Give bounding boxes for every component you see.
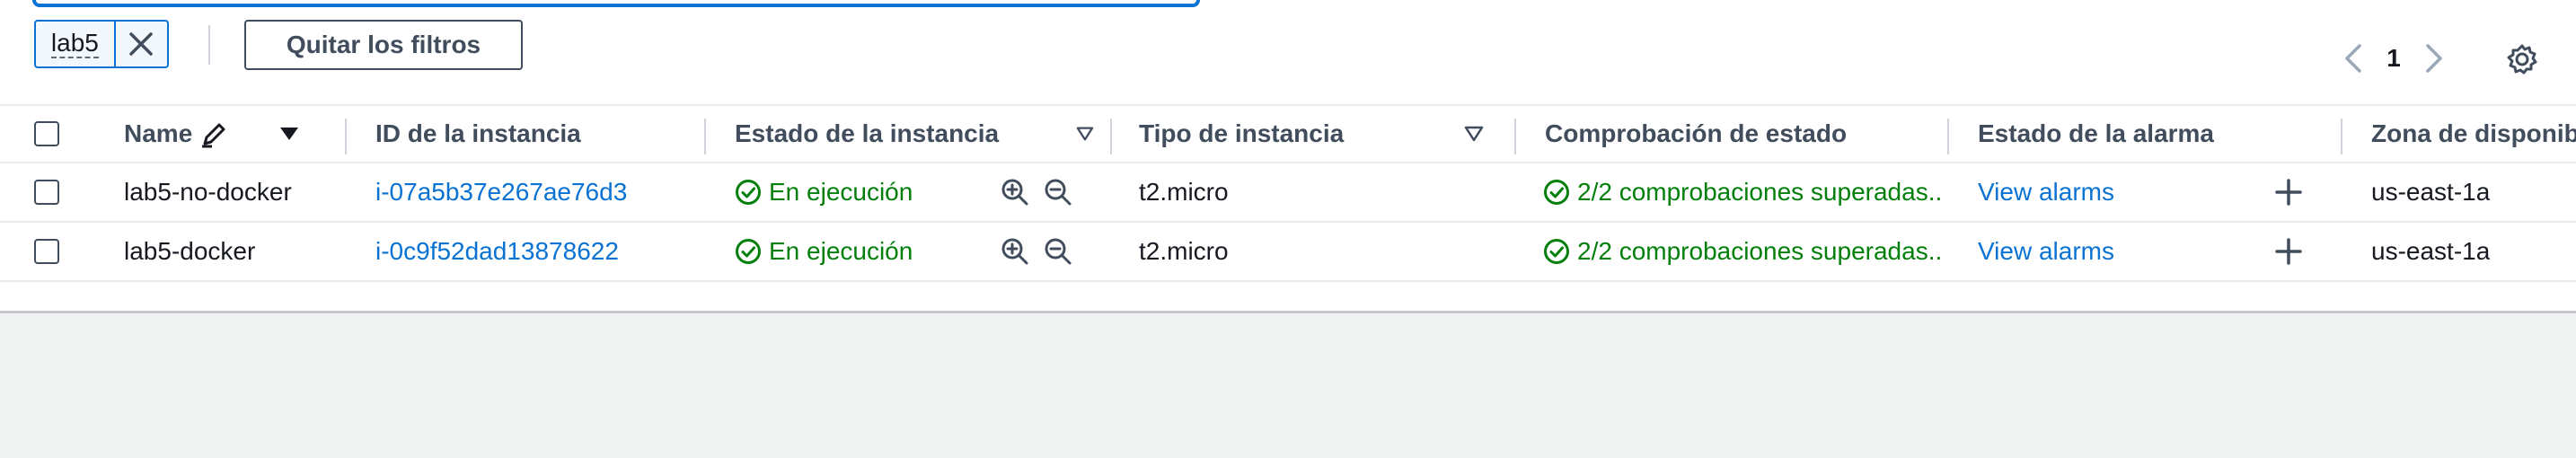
status-check: 2/2 comprobaciones superadas.. bbox=[1543, 163, 1949, 221]
column-header-instance-id[interactable]: ID de la instancia bbox=[375, 106, 581, 162]
instance-type: t2.micro bbox=[1139, 178, 1229, 206]
status-check-label: 2/2 comprobaciones superadas.. bbox=[1577, 237, 1943, 265]
table-header-row: Name ID de la instancia Estado de la ins… bbox=[0, 104, 2576, 163]
check-circle-icon bbox=[736, 180, 761, 205]
column-header-availability-zone[interactable]: Zona de disponib bbox=[2371, 106, 2576, 162]
column-divider[interactable] bbox=[1110, 119, 1112, 154]
close-icon bbox=[129, 32, 154, 56]
edit-pencil-icon bbox=[202, 123, 225, 148]
zoom-out-icon bbox=[1045, 179, 1072, 206]
filter-token-label-wrap: lab5 bbox=[36, 22, 116, 66]
column-header-instance-type[interactable]: Tipo de instancia bbox=[1139, 106, 1498, 162]
state-actions bbox=[999, 163, 1085, 221]
status-check-label: 2/2 comprobaciones superadas.. bbox=[1577, 178, 1943, 206]
instance-state-label: En ejecución bbox=[769, 237, 913, 265]
zoom-out-button[interactable] bbox=[1042, 235, 1074, 268]
column-header-name[interactable]: Name bbox=[124, 106, 340, 162]
empty-panel-area bbox=[0, 311, 2576, 458]
filter-funnel-icon[interactable] bbox=[1464, 126, 1484, 142]
add-alarm-button[interactable] bbox=[2274, 223, 2303, 280]
column-divider[interactable] bbox=[1514, 119, 1516, 154]
select-all-checkbox[interactable] bbox=[34, 121, 59, 146]
table-row[interactable]: lab5-docker i-0c9f52dad13878622 En ejecu… bbox=[0, 223, 2576, 282]
zoom-in-button[interactable] bbox=[999, 235, 1031, 268]
instance-state: En ejecución bbox=[735, 223, 913, 280]
row-checkbox[interactable] bbox=[34, 239, 59, 264]
status-check: 2/2 comprobaciones superadas.. bbox=[1543, 223, 1949, 280]
instance-id-link[interactable]: i-0c9f52dad13878622 bbox=[375, 223, 619, 280]
column-header-instance-state[interactable]: Estado de la instancia bbox=[735, 106, 1094, 162]
column-divider[interactable] bbox=[345, 119, 347, 154]
view-alarms-link[interactable]: View alarms bbox=[1978, 163, 2114, 221]
plus-icon bbox=[2275, 179, 2302, 206]
zoom-out-icon bbox=[1045, 238, 1072, 265]
search-input-edge[interactable] bbox=[32, 0, 1200, 7]
remove-filter-button[interactable] bbox=[116, 22, 167, 66]
instance-name: lab5-docker bbox=[124, 237, 256, 265]
column-divider[interactable] bbox=[2341, 119, 2342, 154]
status-check-status: 2/2 comprobaciones superadas.. bbox=[1543, 178, 1942, 207]
instance-state-status: En ejecución bbox=[735, 237, 913, 266]
view-alarms-link[interactable]: View alarms bbox=[1978, 223, 2114, 280]
filter-token-label[interactable]: lab5 bbox=[50, 30, 99, 58]
row-select-cell bbox=[34, 163, 59, 221]
current-page-number[interactable]: 1 bbox=[2371, 44, 2416, 73]
check-circle-icon bbox=[736, 239, 761, 264]
preferences-button[interactable] bbox=[2502, 40, 2542, 79]
filter-funnel-icon[interactable] bbox=[1076, 126, 1094, 142]
instance-type: t2.micro bbox=[1139, 237, 1229, 265]
availability-zone: us-east-1a bbox=[2371, 178, 2491, 206]
instance-state: En ejecución bbox=[735, 163, 913, 221]
zoom-out-button[interactable] bbox=[1042, 176, 1074, 208]
column-header-alarm-status[interactable]: Estado de la alarma bbox=[1978, 106, 2214, 162]
instance-state-status: En ejecución bbox=[735, 178, 913, 207]
filter-divider bbox=[208, 25, 210, 65]
column-header-name-label: Name bbox=[124, 119, 193, 147]
check-circle-icon bbox=[1544, 180, 1569, 205]
zoom-in-icon bbox=[1001, 179, 1028, 206]
plus-icon bbox=[2275, 238, 2302, 265]
add-alarm-button[interactable] bbox=[2274, 163, 2303, 221]
sort-desc-icon[interactable] bbox=[278, 125, 300, 143]
gear-icon bbox=[2507, 44, 2537, 75]
instances-table: Name ID de la instancia Estado de la ins… bbox=[0, 104, 2576, 282]
chevron-left-icon bbox=[2345, 44, 2361, 73]
status-check-status: 2/2 comprobaciones superadas.. bbox=[1543, 237, 1942, 266]
instance-id-link[interactable]: i-07a5b37e267ae76d3 bbox=[375, 163, 627, 221]
chevron-right-icon bbox=[2426, 44, 2442, 73]
previous-page-button[interactable] bbox=[2335, 38, 2371, 79]
column-header-instance-type-label: Tipo de instancia bbox=[1139, 119, 1345, 147]
filter-row: lab5 Quitar los filtros bbox=[0, 20, 2576, 72]
column-header-status-check[interactable]: Comprobación de estado bbox=[1545, 106, 1847, 162]
check-circle-icon bbox=[1544, 239, 1569, 264]
instance-state-label: En ejecución bbox=[769, 178, 913, 206]
column-header-instance-state-label: Estado de la instancia bbox=[735, 119, 1000, 147]
next-page-button[interactable] bbox=[2416, 38, 2452, 79]
state-actions bbox=[999, 223, 1085, 280]
zoom-in-button[interactable] bbox=[999, 176, 1031, 208]
zoom-in-icon bbox=[1001, 238, 1028, 265]
column-divider[interactable] bbox=[1947, 119, 1949, 154]
row-checkbox[interactable] bbox=[34, 180, 59, 205]
select-all-cell bbox=[34, 106, 59, 162]
column-divider[interactable] bbox=[704, 119, 706, 154]
clear-filters-button[interactable]: Quitar los filtros bbox=[244, 20, 523, 70]
row-select-cell bbox=[34, 223, 59, 280]
availability-zone: us-east-1a bbox=[2371, 237, 2491, 265]
instance-name: lab5-no-docker bbox=[124, 178, 292, 206]
table-row[interactable]: lab5-no-docker i-07a5b37e267ae76d3 En ej… bbox=[0, 163, 2576, 223]
filter-token: lab5 bbox=[34, 20, 169, 68]
pagination: 1 bbox=[2335, 38, 2452, 79]
